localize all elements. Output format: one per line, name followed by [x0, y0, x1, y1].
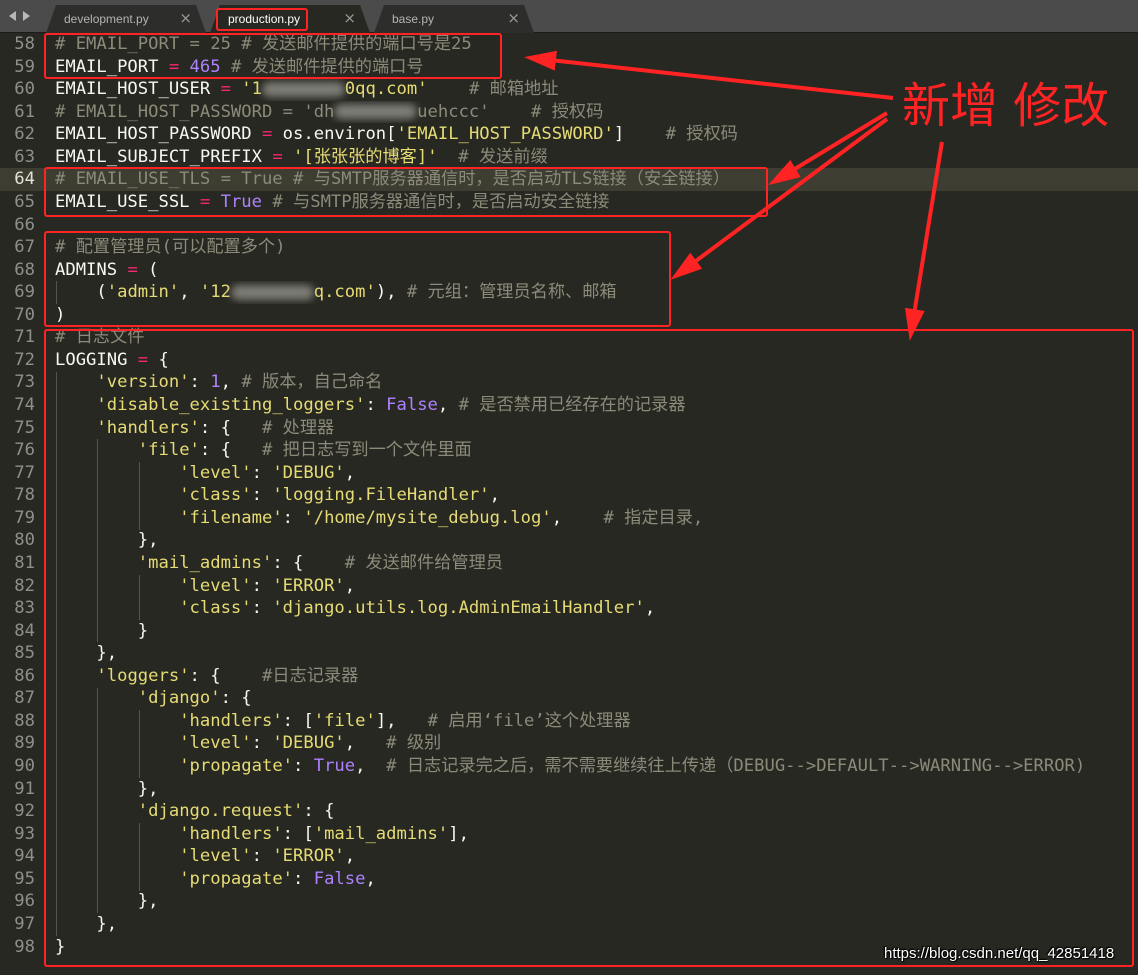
watermark: https://blog.csdn.net/qq_42851418	[884, 945, 1115, 962]
annotation-label: 新增 修改	[902, 78, 1110, 134]
annotation-arrow	[904, 141, 944, 341]
annotation-arrow	[670, 117, 889, 280]
annotation-arrows	[524, 50, 944, 341]
annotation-arrow	[524, 50, 894, 100]
annotation-arrow	[768, 111, 889, 186]
